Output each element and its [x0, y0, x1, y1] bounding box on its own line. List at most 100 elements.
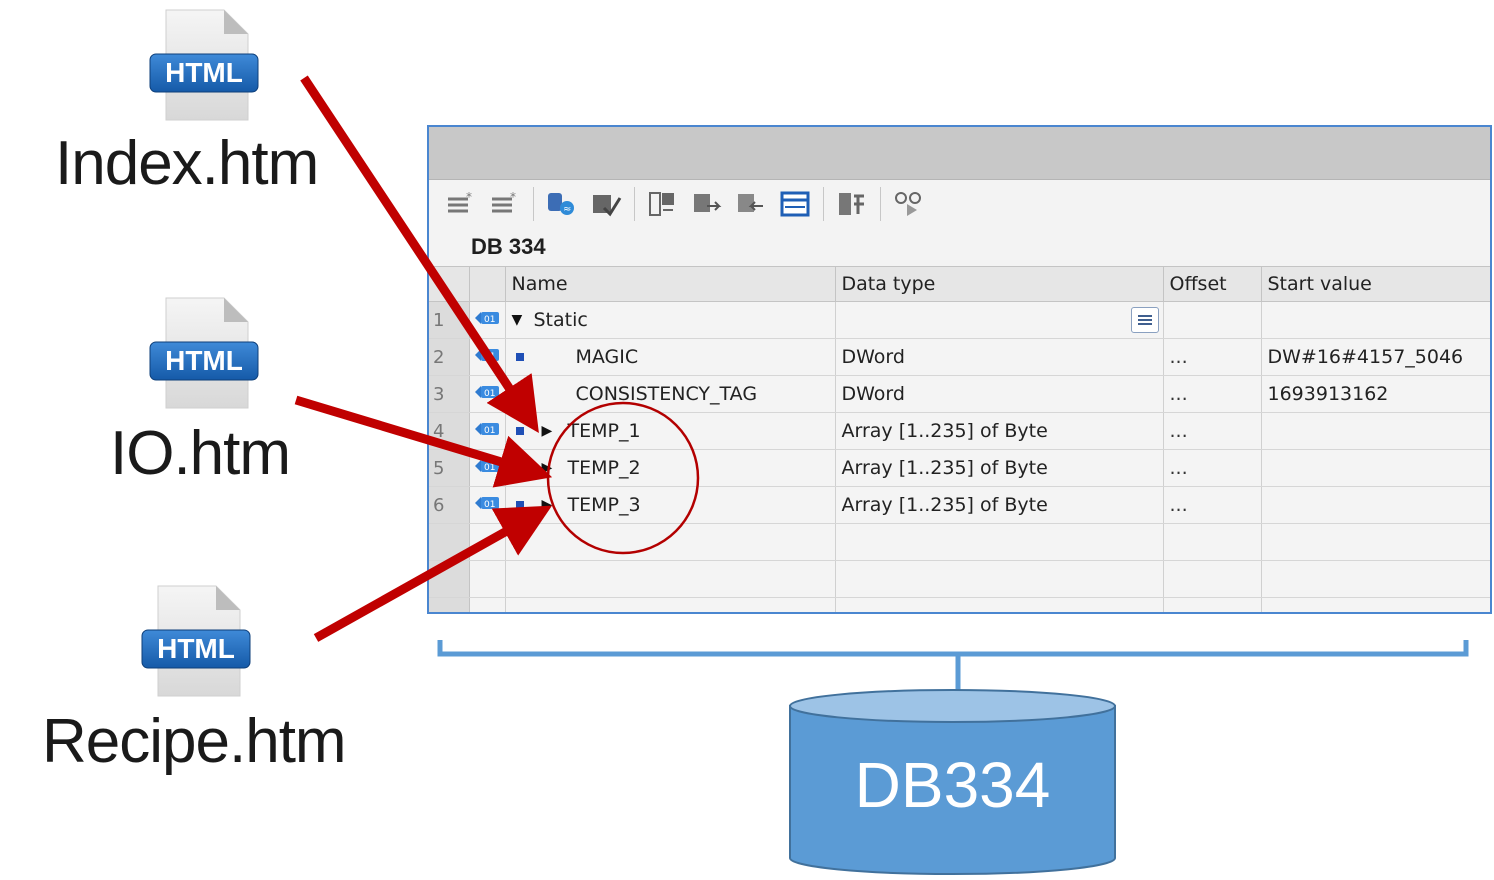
table-header-row: Name Data type Offset Start value — [429, 266, 1490, 302]
snapshot-icon[interactable] — [645, 186, 681, 222]
toolbar-separator — [533, 187, 534, 221]
table-cell-name[interactable]: ▶ TEMP_3 — [505, 486, 836, 524]
db-tag-icon: 01 — [469, 375, 506, 413]
table-cell-name[interactable]: ▶ TEMP_1 — [505, 412, 836, 450]
table-cell-data-type[interactable]: Array [1..235] of Byte — [835, 486, 1164, 524]
copy-snapshot-icon[interactable] — [689, 186, 725, 222]
file-label-io: IO.htm — [110, 419, 291, 488]
table-cell-offset[interactable]: ... — [1163, 486, 1262, 524]
table-cell-data-type[interactable]: Array [1..235] of Byte — [835, 412, 1164, 450]
db-tag-icon: 01 — [469, 449, 506, 487]
svg-text:01: 01 — [484, 389, 495, 399]
table-row[interactable]: 4 01 ▶ TEMP_1 Array [1..235] of Byte ... — [429, 412, 1490, 450]
empty-cell — [835, 597, 1164, 612]
table-cell-offset[interactable]: ... — [1163, 449, 1262, 487]
empty-cell — [505, 523, 836, 561]
column-header-offset[interactable]: Offset — [1163, 266, 1262, 302]
table-cell-start-value[interactable] — [1261, 301, 1490, 339]
table-cell-offset[interactable]: ... — [1163, 412, 1262, 450]
monitor-all-icon[interactable] — [891, 186, 927, 222]
row-name: Static — [533, 309, 588, 331]
set-retain-icon[interactable] — [834, 186, 870, 222]
insert-row-icon[interactable]: * — [443, 186, 479, 222]
empty-cell — [835, 560, 1164, 598]
table-cell-start-value[interactable]: 1693913162 — [1261, 375, 1490, 413]
table-cell-data-type[interactable]: Array [1..235] of Byte — [835, 449, 1164, 487]
row-number — [429, 597, 470, 612]
table-cell-name[interactable]: ▼ Static — [505, 301, 836, 339]
icon-header — [469, 266, 506, 302]
empty-row — [429, 560, 1490, 598]
compile-icon[interactable]: ≈ — [544, 186, 580, 222]
empty-cell — [1163, 597, 1262, 612]
table-cell-start-value[interactable] — [1261, 486, 1490, 524]
editor-toolbar: * * ≈ — [429, 180, 1490, 228]
details-list-icon[interactable] — [1130, 307, 1159, 333]
elementary-type-icon — [515, 353, 524, 361]
empty-cell — [469, 523, 506, 561]
collapse-triangle-icon[interactable]: ▼ — [512, 312, 528, 328]
expand-triangle-icon[interactable]: ▶ — [542, 423, 558, 439]
monitor-window-icon[interactable] — [777, 186, 813, 222]
table-cell-data-type[interactable] — [835, 301, 1164, 339]
row-number: 5 — [429, 449, 470, 487]
row-number — [429, 523, 470, 561]
table-cell-start-value[interactable]: DW#16#4157_5046 — [1261, 338, 1490, 376]
empty-cell — [469, 560, 506, 598]
table-cell-offset[interactable]: ... — [1163, 375, 1262, 413]
table-row[interactable]: 5 01 ▶ TEMP_2 Array [1..235] of Byte ... — [429, 449, 1490, 487]
db-tag-icon: 01 — [469, 338, 506, 376]
table-cell-name[interactable]: ▶ TEMP_2 — [505, 449, 836, 487]
empty-row — [429, 597, 1490, 612]
file-label-recipe: Recipe.htm — [42, 707, 347, 776]
empty-cell — [1261, 597, 1490, 612]
row-name: TEMP_3 — [567, 494, 641, 516]
empty-cell — [1163, 560, 1262, 598]
svg-text:*: * — [510, 191, 516, 204]
empty-cell — [505, 560, 836, 598]
db-block-title: DB 334 — [429, 228, 1490, 266]
column-header-data-type[interactable]: Data type — [835, 266, 1164, 302]
table-row[interactable]: 2 01 MAGIC DWord ... DW#16#4157_5046 — [429, 338, 1490, 376]
table-cell-offset[interactable] — [1163, 301, 1262, 339]
svg-text:HTML: HTML — [165, 345, 243, 376]
window-titlebar — [429, 127, 1490, 180]
row-number: 2 — [429, 338, 470, 376]
load-start-values-icon[interactable] — [733, 186, 769, 222]
column-header-name[interactable]: Name — [505, 266, 836, 302]
elementary-type-icon — [515, 464, 524, 472]
svg-text:HTML: HTML — [157, 633, 235, 664]
table-cell-start-value[interactable] — [1261, 449, 1490, 487]
svg-text:HTML: HTML — [165, 57, 243, 88]
empty-cell — [469, 597, 506, 612]
elementary-type-icon — [515, 427, 524, 435]
db-variable-table: Name Data type Offset Start value 1 01 ▼… — [429, 266, 1490, 612]
row-number: 6 — [429, 486, 470, 524]
table-row[interactable]: 6 01 ▶ TEMP_3 Array [1..235] of Byte ... — [429, 486, 1490, 524]
db-tag-icon: 01 — [469, 412, 506, 450]
empty-cell — [1163, 523, 1262, 561]
svg-text:01: 01 — [484, 463, 495, 473]
table-cell-data-type[interactable]: DWord — [835, 338, 1164, 376]
svg-text:01: 01 — [484, 426, 495, 436]
html-file-icon-recipe: HTML — [136, 584, 256, 702]
expand-triangle-icon[interactable]: ▶ — [542, 460, 558, 476]
table-cell-offset[interactable]: ... — [1163, 338, 1262, 376]
row-name: TEMP_1 — [567, 420, 641, 442]
table-row[interactable]: 3 01 CONSISTENCY_TAG DWord ... 169391316… — [429, 375, 1490, 413]
db-editor-window: * * ≈ DB 334 Name Data type Offset Start… — [427, 125, 1492, 614]
rownum-header — [429, 266, 470, 302]
table-cell-name[interactable]: CONSISTENCY_TAG — [505, 375, 836, 413]
table-cell-start-value[interactable] — [1261, 412, 1490, 450]
add-row-icon[interactable]: * — [487, 186, 523, 222]
table-row[interactable]: 1 01 ▼ Static — [429, 301, 1490, 339]
check-block-icon[interactable] — [588, 186, 624, 222]
expand-triangle-icon[interactable]: ▶ — [542, 497, 558, 513]
empty-cell — [1261, 523, 1490, 561]
table-cell-name[interactable]: MAGIC — [505, 338, 836, 376]
database-label: DB334 — [854, 749, 1051, 821]
column-header-start-value[interactable]: Start value — [1261, 266, 1490, 302]
html-file-icon-index: HTML — [144, 8, 264, 126]
table-cell-data-type[interactable]: DWord — [835, 375, 1164, 413]
row-name: MAGIC — [575, 346, 639, 368]
